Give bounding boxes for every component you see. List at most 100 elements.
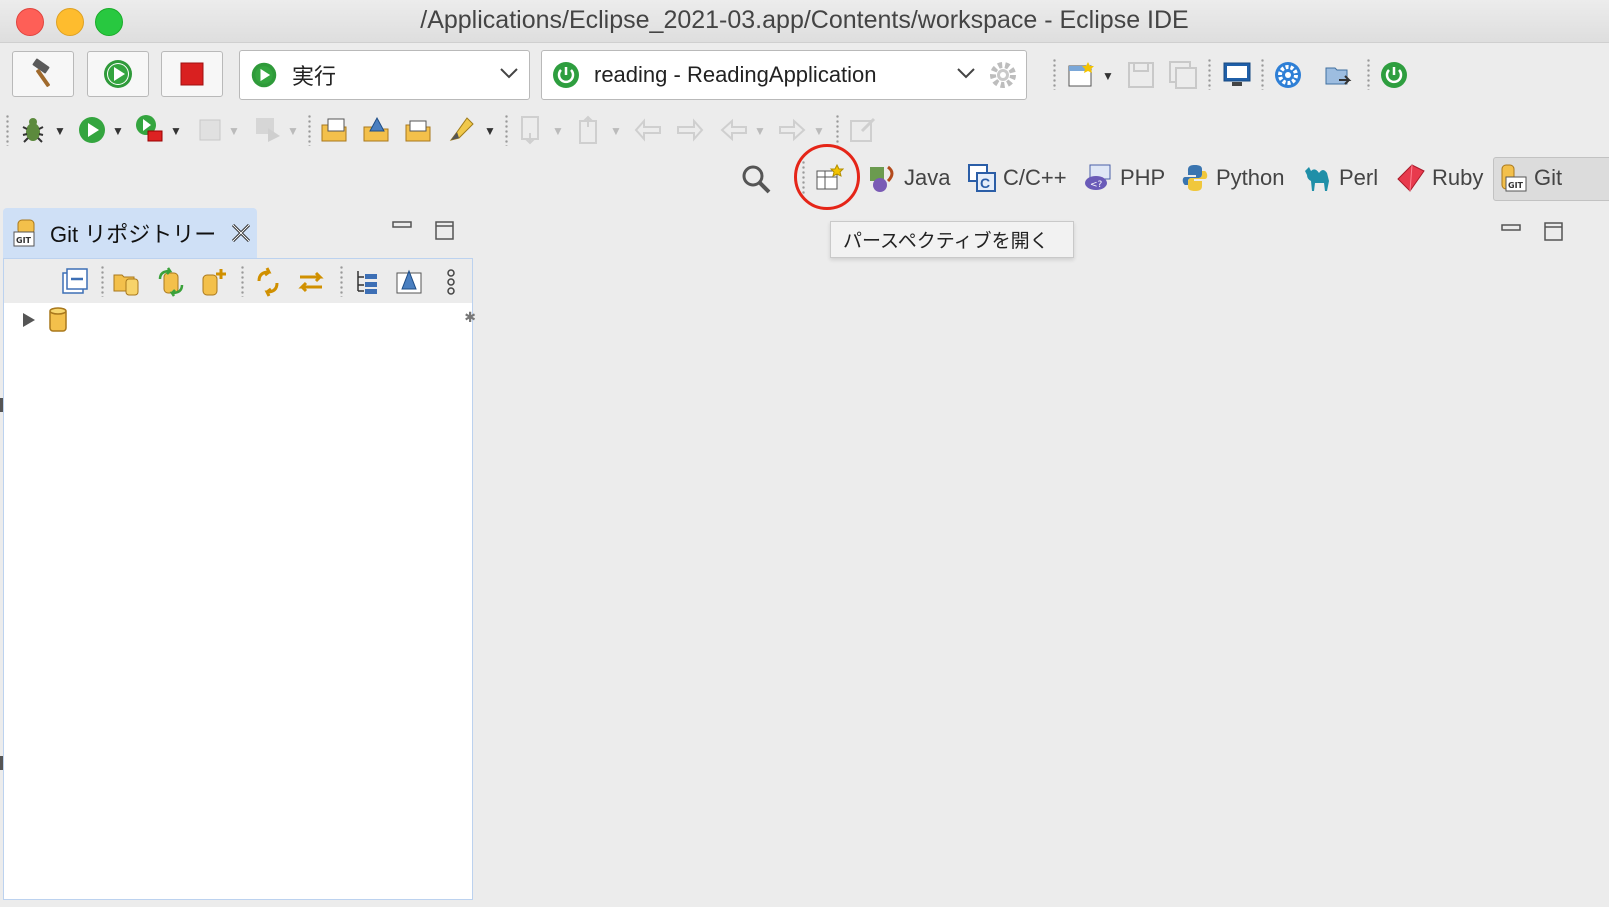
dropdown-arrow-icon[interactable]: ▼ [54,124,66,138]
minimize-icon[interactable] [1500,218,1522,240]
python-perspective-icon [1182,165,1208,191]
hammer-icon [32,58,50,87]
open-folder-arrow-icon[interactable] [1323,60,1353,90]
toolbar-separator [836,114,839,146]
perspective-php[interactable]: <? PHP [1084,160,1165,196]
perspective-cpp[interactable]: C C/C++ [967,160,1067,196]
repository-cylinder-icon [49,307,67,332]
pin-editor-icon[interactable] [848,115,878,145]
git-repositories-view: ✱ [3,258,476,900]
perspective-java[interactable]: Java [868,160,950,196]
dropdown-arrow-icon[interactable]: ▼ [112,124,124,138]
save-icon[interactable] [1126,60,1156,90]
run-icon[interactable] [77,115,107,145]
spring-boot-icon [553,62,579,88]
spring-boot-dashboard-icon[interactable] [1379,60,1409,90]
view-menu-icon[interactable] [436,267,466,297]
toolbar-separator [241,265,244,297]
back-arrow-icon[interactable] [720,115,750,145]
stop-button[interactable] [161,51,223,97]
perspective-label: Git [1534,165,1563,190]
save-all-icon[interactable] [1168,60,1198,90]
play-icon [251,62,277,88]
play-icon [104,60,132,88]
highlight-circle [794,144,860,210]
debug-icon[interactable] [18,115,48,145]
hierarchical-layout-icon[interactable] [352,267,382,297]
toolbar-separator [1367,58,1370,90]
perspective-ruby[interactable]: Ruby [1396,160,1483,196]
repository-tree-row[interactable] [4,305,470,335]
toolbar-separator [340,265,343,297]
launch-target-combo[interactable]: reading - ReadingApplication [541,50,1027,100]
show-tags-icon[interactable] [394,267,424,297]
gear-icon[interactable] [988,60,1018,90]
forward-edit-icon[interactable] [676,115,706,145]
collapse-all-icon[interactable] [60,267,90,297]
build-button[interactable] [12,51,74,97]
perspective-perl[interactable]: Perl [1303,160,1378,196]
toolbar-separator [308,114,311,146]
external-tools-icon[interactable] [134,113,164,143]
close-icon[interactable] [230,222,252,244]
resize-sash-marker[interactable]: ✱ [464,309,476,326]
run-config-combo[interactable]: 実行 [239,50,530,100]
title-bar: /Applications/Eclipse_2021-03.app/Conten… [0,0,1609,43]
refresh-icon[interactable] [253,267,283,297]
toolbar-separator [505,114,508,146]
last-edit-icon[interactable] [634,115,664,145]
perspective-label: C/C++ [1003,165,1067,190]
minimize-icon[interactable] [391,215,413,237]
cpp-perspective-icon: C [968,164,996,192]
perl-camel-icon [1305,167,1329,191]
open-type-icon[interactable] [320,115,350,145]
toolbar-separator [1208,58,1211,90]
expand-triangle-icon[interactable] [20,311,38,329]
edge-marker [0,756,3,770]
window-title: /Applications/Eclipse_2021-03.app/Conten… [420,6,1189,34]
add-existing-repo-icon[interactable] [112,267,142,297]
link-with-selection-icon[interactable] [296,267,326,297]
next-annotation-icon[interactable] [518,115,548,145]
php-perspective-icon: <? [1085,164,1111,190]
run-button[interactable] [87,51,149,97]
step-icon[interactable] [254,114,284,144]
maximize-icon[interactable] [1543,221,1565,243]
terminate-icon[interactable] [196,116,226,146]
settings-gear-icon[interactable] [1273,60,1303,90]
dropdown-arrow-icon[interactable]: ▼ [484,124,496,138]
perspective-python[interactable]: Python [1180,160,1285,196]
dropdown-arrow-icon[interactable]: ▼ [754,124,766,138]
dropdown-arrow-icon[interactable]: ▼ [813,124,825,138]
perspective-git[interactable]: GIT Git [1498,160,1562,196]
open-task-icon[interactable] [362,115,392,145]
dropdown-arrow-icon[interactable]: ▼ [287,124,299,138]
open-resource-icon[interactable] [404,115,434,145]
search-icon[interactable] [741,164,771,194]
maximize-icon[interactable] [434,220,456,242]
git-repository-icon: GIT [13,219,35,247]
highlight-marker-icon[interactable] [447,114,477,144]
java-perspective-icon [870,165,894,192]
launch-target-label: reading - ReadingApplication [594,62,877,87]
stop-icon [180,62,204,86]
previous-annotation-icon[interactable] [576,115,606,145]
git-perspective-icon: GIT [1501,164,1527,192]
new-window-icon[interactable] [1066,60,1096,90]
dropdown-arrow-icon[interactable]: ▼ [610,124,622,138]
clone-repo-icon[interactable] [156,267,186,297]
terminal-icon[interactable] [1222,60,1252,90]
dropdown-arrow-icon[interactable]: ▼ [1102,69,1114,83]
svg-text:C: C [980,175,990,191]
forward-arrow-icon[interactable] [778,115,808,145]
create-repo-icon[interactable] [199,267,229,297]
perspective-label: PHP [1120,165,1166,190]
perspective-label: Java [904,165,951,190]
dropdown-arrow-icon[interactable]: ▼ [228,124,240,138]
ruby-gem-icon [1397,164,1425,192]
svg-text:GIT: GIT [16,236,32,245]
toolbar-separator [6,114,9,146]
git-repositories-tab[interactable]: GIT Git リポジトリー [3,208,257,258]
dropdown-arrow-icon[interactable]: ▼ [170,124,182,138]
dropdown-arrow-icon[interactable]: ▼ [552,124,564,138]
